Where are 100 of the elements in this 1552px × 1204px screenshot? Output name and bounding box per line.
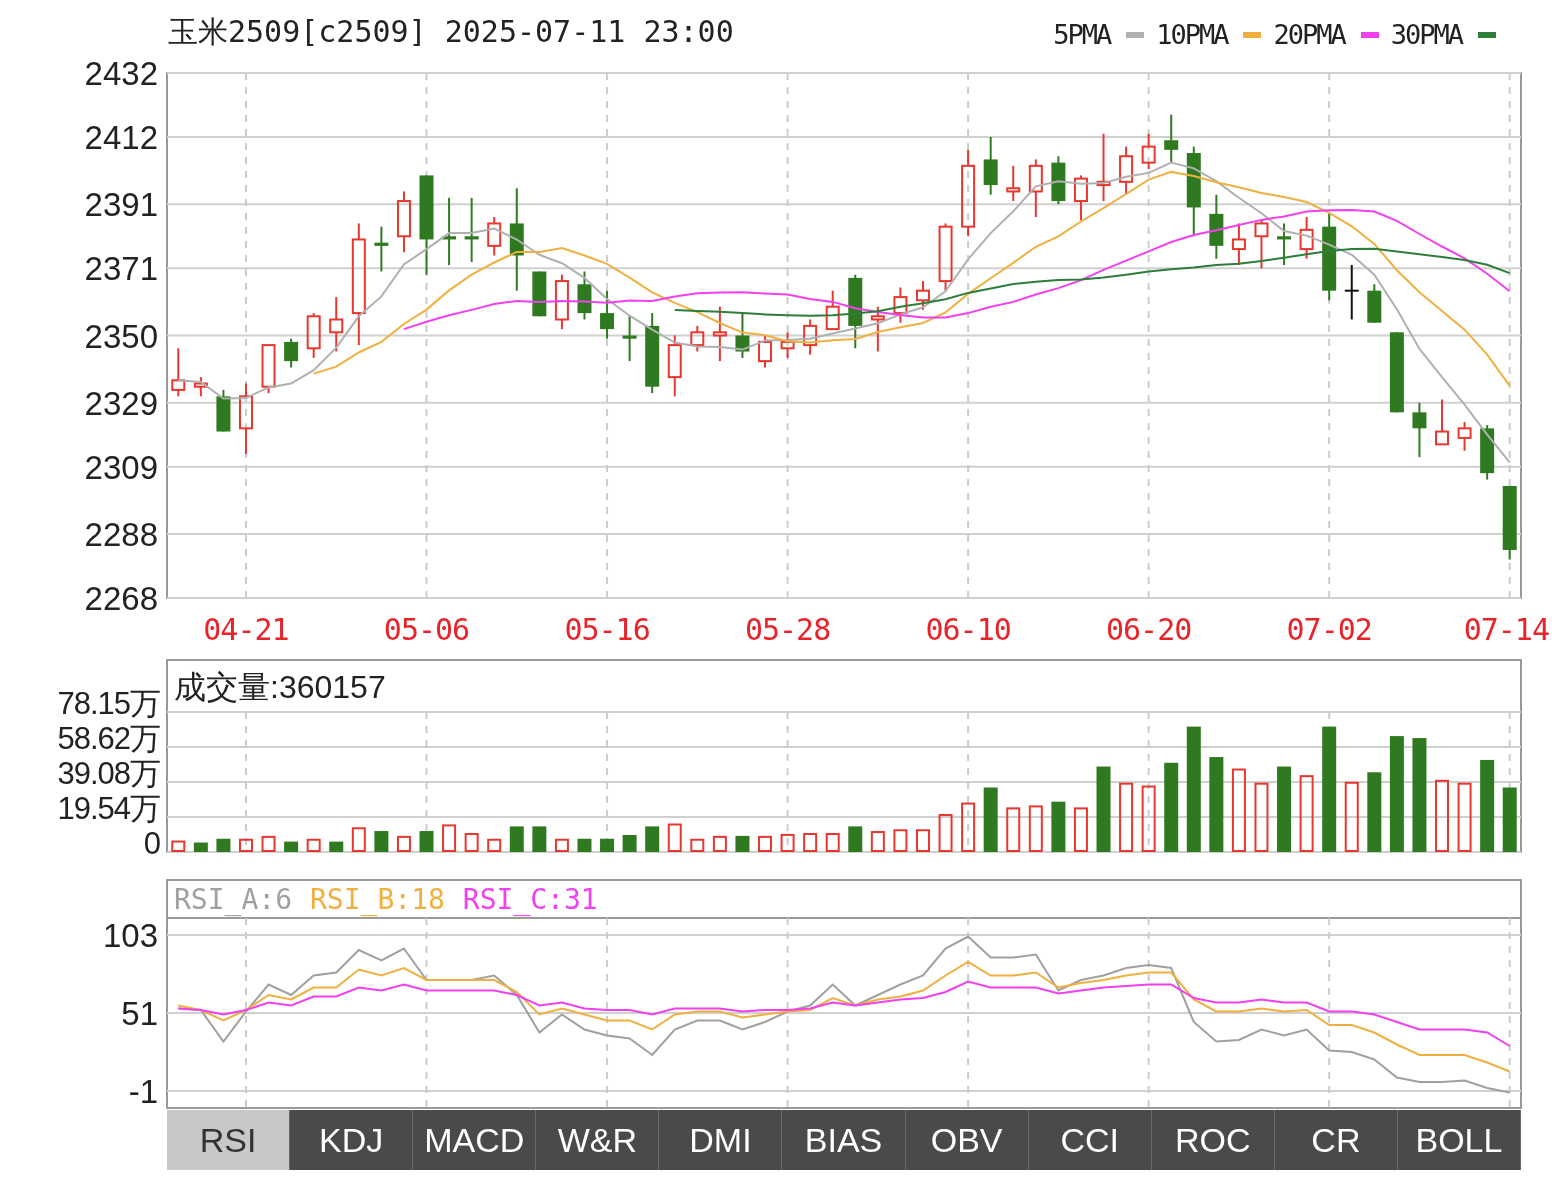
volume-bar: [1254, 782, 1269, 852]
indicator-tab[interactable]: CCI: [1028, 1110, 1152, 1170]
indicator-tab[interactable]: MACD: [413, 1110, 537, 1170]
candlestick: [1435, 398, 1449, 446]
indicator-tab[interactable]: BIAS: [782, 1110, 906, 1170]
candlestick: [216, 388, 231, 433]
candlestick: [1299, 216, 1314, 260]
indicator-tab[interactable]: KDJ: [290, 1110, 414, 1170]
candlestick: [1277, 222, 1292, 267]
candlestick: [577, 270, 592, 321]
axis-label: 2329: [84, 384, 158, 422]
axis-label: 2432: [84, 55, 158, 92]
volume-bar: [171, 840, 186, 852]
indicator-tab[interactable]: DMI: [659, 1110, 783, 1170]
candlestick: [825, 289, 840, 331]
indicator-tab[interactable]: ROC: [1151, 1110, 1275, 1170]
legend-label: 5PMA: [1053, 19, 1111, 50]
volume-bar: [848, 826, 863, 852]
candlestick: [261, 344, 276, 395]
candlestick: [1119, 145, 1134, 196]
axis-label: 2288: [84, 516, 158, 553]
volume-bar: [306, 838, 321, 852]
axis-label: 2371: [84, 250, 158, 288]
axis-label: 39.08万: [57, 756, 160, 791]
volume-bar: [1006, 807, 1021, 852]
axis-label: 2268: [84, 580, 158, 617]
axis-label: -1: [128, 1073, 158, 1110]
volume-bar: [916, 829, 930, 852]
indicator-tab[interactable]: CR: [1274, 1110, 1398, 1170]
axis-label: 2412: [84, 119, 158, 156]
volume-bar: [893, 829, 908, 852]
candlestick: [193, 376, 208, 398]
volume-bar: [442, 824, 457, 852]
candlestick: [1254, 219, 1269, 270]
volume-bar: [758, 835, 772, 852]
axis-label: 58.62万: [57, 721, 160, 756]
candlestick: [532, 270, 547, 318]
axis-label: 06-20: [1106, 612, 1192, 647]
axis-label: 06-10: [925, 612, 1011, 647]
volume-bar: [1119, 782, 1134, 852]
volume-bar: [554, 838, 569, 852]
axis-label: 05-16: [564, 612, 650, 647]
axis-label: 0: [143, 826, 160, 860]
volume-bar: [329, 841, 344, 852]
volume-bar: [712, 835, 727, 852]
candlestick: [758, 334, 772, 369]
volume-bar: [1457, 782, 1472, 852]
volume-bar: [1028, 805, 1043, 852]
candlestick: [667, 334, 682, 398]
candlestick: [464, 196, 479, 263]
axis-label: 19.54万: [57, 791, 160, 826]
candlestick: [442, 196, 457, 267]
volume-label: 成交量:360157: [174, 669, 386, 705]
indicator-tab[interactable]: RSI: [167, 1110, 291, 1170]
candlestick: [983, 136, 998, 196]
volume-bar: [870, 831, 885, 852]
axis-label: 2350: [84, 317, 158, 355]
volume-bar: [261, 835, 276, 852]
axis-label: 07-02: [1286, 612, 1372, 647]
candlestick: [1367, 283, 1382, 324]
axis-label: 05-06: [383, 612, 470, 647]
axis-label: 04-21: [203, 612, 289, 647]
volume-bar: [780, 833, 795, 852]
axis-label: 51: [121, 995, 158, 1032]
volume-bar: [351, 827, 366, 852]
candlestick: [171, 347, 186, 398]
candlestick: [780, 331, 795, 359]
volume-bar: [1051, 801, 1066, 852]
candlestick: [938, 222, 953, 292]
axis-label: 2309: [84, 448, 158, 486]
legend-label: 30PMA: [1390, 19, 1462, 50]
candlestick: [554, 273, 569, 331]
candlestick: [1006, 164, 1021, 203]
volume-bar: [645, 826, 660, 852]
candlestick: [487, 216, 502, 257]
candlestick: [329, 296, 344, 353]
axis-label: 78.15万: [57, 686, 160, 721]
candlestick: [1480, 424, 1495, 481]
volume-bar: [1141, 785, 1156, 852]
volume-bar: [1344, 781, 1359, 852]
candlestick: [870, 305, 885, 353]
candlestick: [600, 289, 615, 340]
volume-bar: [239, 838, 253, 852]
candlestick: [916, 280, 930, 311]
indicator-tab[interactable]: W&R: [536, 1110, 660, 1170]
volume-bar: [532, 826, 547, 852]
indicator-tab[interactable]: BOLL: [1397, 1110, 1522, 1170]
indicator-tab[interactable]: OBV: [905, 1110, 1029, 1170]
candlestick: [1164, 113, 1179, 164]
volume-bar: [667, 823, 682, 852]
candlestick: [1457, 420, 1472, 452]
axis-label: 07-14: [1463, 612, 1549, 647]
candlestick: [1051, 155, 1066, 206]
volume-bar: [690, 838, 705, 852]
volume-bar: [961, 802, 976, 852]
legend-label: RSI_B:18: [310, 883, 445, 916]
axis-label: 05-28: [744, 612, 831, 647]
candlestick: [622, 315, 637, 363]
legend-label: 20PMA: [1273, 19, 1345, 50]
volume-bar: [396, 835, 411, 852]
